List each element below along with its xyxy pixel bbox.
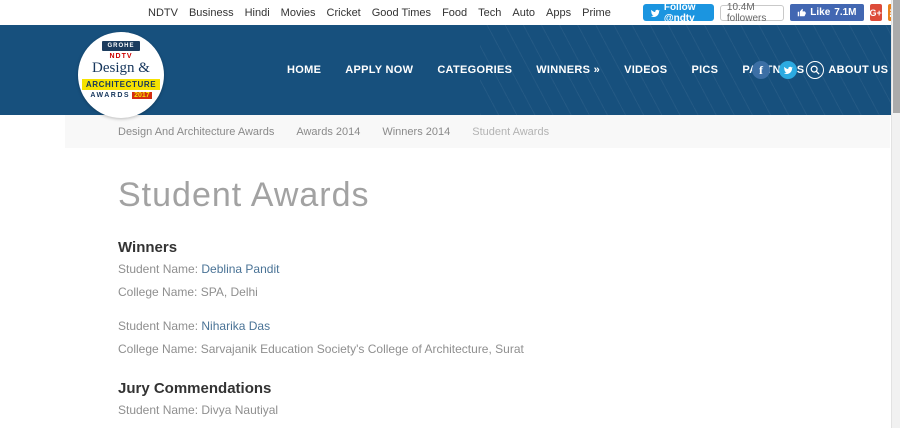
top-link-apps[interactable]: Apps: [546, 7, 571, 19]
section-heading-jury: Jury Commendations: [118, 380, 272, 397]
scrollbar-thumb[interactable]: [893, 0, 900, 113]
nav-social-icons: f: [752, 25, 824, 115]
student-label: Student Name:: [118, 319, 199, 333]
breadcrumb-item-awards-2014[interactable]: Awards 2014: [296, 126, 360, 138]
top-link-cricket[interactable]: Cricket: [327, 7, 361, 19]
nav-item-categories[interactable]: CATEGORIES: [437, 64, 512, 76]
top-link-movies[interactable]: Movies: [281, 7, 316, 19]
thumb-up-icon: [797, 8, 807, 17]
logo-architecture-band: ARCHITECTURE: [81, 79, 161, 90]
like-label: Like: [810, 7, 831, 18]
nav-item-apply-now[interactable]: APPLY NOW: [345, 64, 413, 76]
nav-item-pics[interactable]: PICS: [691, 64, 718, 76]
twitter-follow-button[interactable]: Follow @ndtv: [642, 1, 714, 24]
facebook-icon[interactable]: f: [752, 61, 770, 79]
social-cluster: Follow @ndtv 10.4M followers Like 7.1M G…: [642, 1, 900, 24]
student-label: Student Name:: [118, 262, 199, 276]
student-line: Student Name: Niharika Das: [118, 319, 900, 333]
top-link-prime[interactable]: Prime: [582, 7, 611, 19]
student-name-link[interactable]: Deblina Pandit: [201, 262, 279, 276]
student-name: Divya Nautiyal: [201, 403, 279, 417]
like-count: 7.1M: [834, 7, 857, 18]
top-links: NDTV Business Hindi Movies Cricket Good …: [148, 7, 611, 19]
college-line: College Name: Sarvajanik Education Socie…: [118, 342, 524, 356]
student-label: Student Name:: [118, 403, 199, 417]
student-line: Student Name: Divya Nautiyal: [118, 403, 900, 417]
nav-item-winners[interactable]: WINNERS »: [536, 64, 600, 76]
site-logo[interactable]: GROHE NDTV Design & ARCHITECTURE AWARDS …: [78, 32, 164, 118]
section-heading-winners: Winners: [118, 239, 178, 256]
facebook-like-button[interactable]: Like 7.1M: [790, 4, 864, 21]
logo-design-line: Design &: [92, 60, 150, 76]
scrollbar[interactable]: [891, 0, 900, 428]
top-link-tech[interactable]: Tech: [478, 7, 501, 19]
top-link-ndtv[interactable]: NDTV: [148, 7, 178, 19]
top-link-hindi[interactable]: Hindi: [245, 7, 270, 19]
ndtv-wordmark: NDTV: [109, 53, 133, 60]
logo-awards-word: AWARDS: [90, 92, 131, 99]
search-icon[interactable]: [806, 61, 824, 79]
student-name-link[interactable]: Niharika Das: [201, 319, 270, 333]
top-link-auto[interactable]: Auto: [512, 7, 535, 19]
breadcrumb-item-awards[interactable]: Design And Architecture Awards: [118, 126, 274, 138]
twitter-follow-label: Follow @ndtv: [663, 1, 696, 24]
nav-item-home[interactable]: HOME: [287, 64, 321, 76]
top-link-business[interactable]: Business: [189, 7, 234, 19]
grohe-badge: GROHE: [102, 41, 140, 51]
twitter-bird-icon: [650, 8, 660, 18]
gplus-button[interactable]: G+: [869, 4, 882, 21]
breadcrumb: Design And Architecture Awards Awards 20…: [65, 115, 890, 148]
logo-year-badge: 2017: [132, 92, 152, 99]
main-nav: GROHE NDTV Design & ARCHITECTURE AWARDS …: [0, 25, 900, 118]
top-link-good-times[interactable]: Good Times: [372, 7, 431, 19]
top-utility-bar: NDTV Business Hindi Movies Cricket Good …: [0, 0, 900, 25]
main-content: Student Awards Winners Student Name: Deb…: [0, 176, 900, 428]
student-line: Student Name: Deblina Pandit: [118, 262, 900, 276]
page-title: Student Awards: [118, 176, 370, 214]
followers-count: 10.4M followers: [719, 2, 785, 24]
twitter-icon[interactable]: [779, 61, 797, 79]
breadcrumb-item-student-awards: Student Awards: [472, 125, 550, 138]
breadcrumb-item-winners-2014[interactable]: Winners 2014: [382, 126, 450, 138]
logo-awards-line: AWARDS 2017: [90, 92, 152, 99]
nav-item-videos[interactable]: VIDEOS: [624, 64, 667, 76]
nav-item-about-us[interactable]: ABOUT US: [828, 64, 888, 76]
college-line: College Name: SPA, Delhi: [118, 285, 258, 299]
top-link-food[interactable]: Food: [442, 7, 467, 19]
